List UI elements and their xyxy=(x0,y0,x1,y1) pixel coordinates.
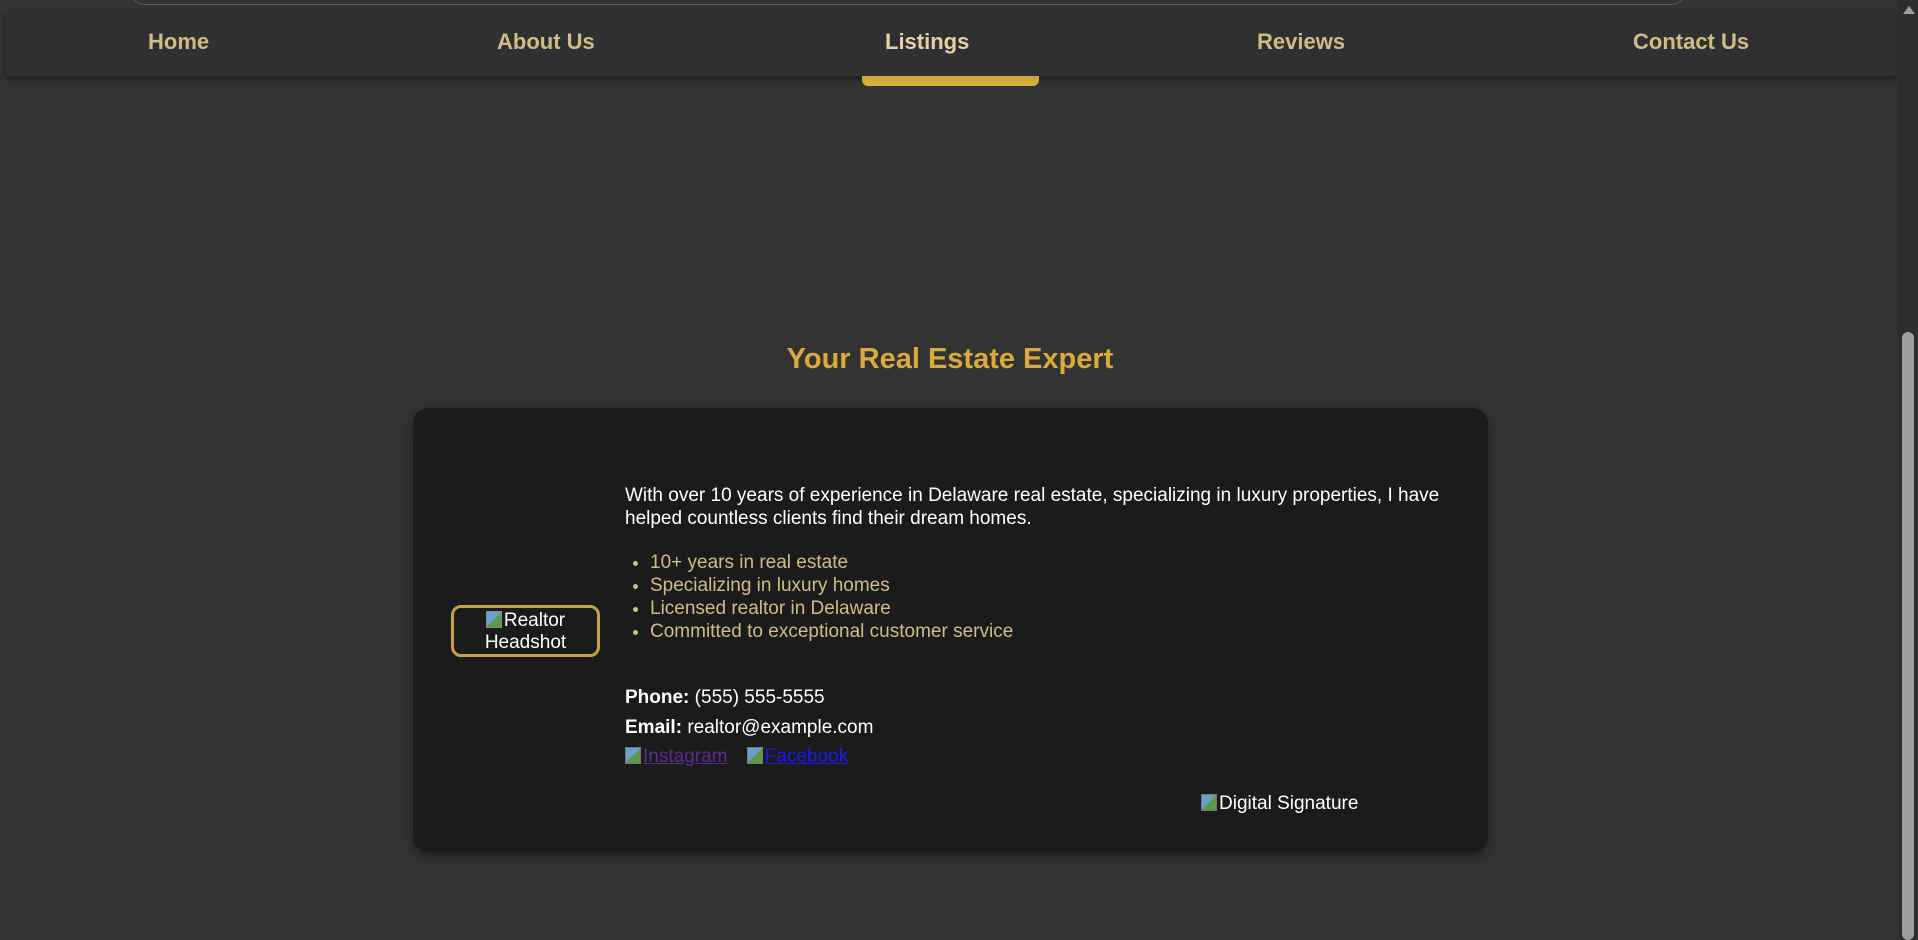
realtor-bio: With over 10 years of experience in Dela… xyxy=(625,485,1440,529)
nav-home[interactable]: Home xyxy=(148,12,209,76)
realtor-highlights-list: 10+ years in real estate Specializing in… xyxy=(625,551,1013,643)
social-links: Instagram Facebook xyxy=(625,745,848,768)
phone-number: (555) 555-5555 xyxy=(694,687,825,708)
digital-signature-image: Digital Signature xyxy=(1201,792,1358,815)
main-navbar: Home About Us Listings Reviews Contact U… xyxy=(6,12,1896,77)
instagram-link[interactable]: Instagram xyxy=(625,746,727,767)
email-address: realtor@example.com xyxy=(687,717,874,738)
facebook-alt-text: Facebook xyxy=(764,746,849,767)
vertical-scrollbar[interactable] xyxy=(1898,0,1918,940)
instagram-icon xyxy=(625,747,641,764)
nav-active-indicator xyxy=(862,76,1039,86)
nav-about-us[interactable]: About Us xyxy=(497,12,595,76)
instagram-alt-text: Instagram xyxy=(643,746,728,767)
scroll-up-arrow-icon[interactable] xyxy=(1903,6,1915,14)
nav-contact-us[interactable]: Contact Us xyxy=(1633,12,1749,76)
signature-alt-text: Digital Signature xyxy=(1219,793,1359,814)
email-line: Email: realtor@example.com xyxy=(625,716,873,739)
page: Home About Us Listings Reviews Contact U… xyxy=(0,0,1918,940)
email-label: Email: xyxy=(625,717,683,738)
facebook-link[interactable]: Facebook xyxy=(746,746,849,767)
highlight-item: Specializing in luxury homes xyxy=(650,574,1013,597)
section-title: Your Real Estate Expert xyxy=(786,343,1114,375)
highlight-item: Committed to exceptional customer servic… xyxy=(650,620,1013,643)
scrollbar-thumb[interactable] xyxy=(1902,332,1914,940)
broken-image-icon xyxy=(485,611,502,628)
nav-listings[interactable]: Listings xyxy=(885,12,969,76)
realtor-profile-card: Realtor Headshot With over 10 years of e… xyxy=(413,408,1488,852)
broken-image-icon xyxy=(1201,794,1217,811)
nav-reviews[interactable]: Reviews xyxy=(1257,12,1345,76)
phone-label: Phone: xyxy=(625,687,690,708)
highlight-item: 10+ years in real estate xyxy=(650,551,1013,574)
facebook-icon xyxy=(746,747,763,764)
search-bar-edge xyxy=(128,0,1688,5)
highlight-item: Licensed realtor in Delaware xyxy=(650,597,1013,620)
realtor-headshot-image: Realtor Headshot xyxy=(451,605,600,657)
phone-line: Phone: (555) 555-5555 xyxy=(625,686,825,709)
